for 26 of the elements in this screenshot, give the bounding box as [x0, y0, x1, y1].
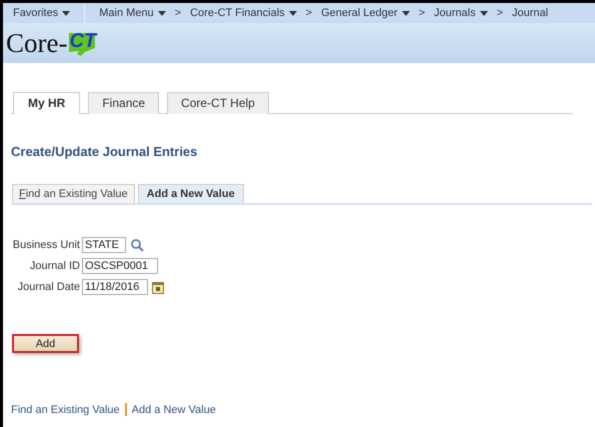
tab[interactable]: Core-CT Help: [167, 92, 269, 114]
calendar-icon[interactable]: [152, 280, 164, 294]
breadcrumb-separator: >: [496, 7, 504, 19]
breadcrumb-separator: >: [174, 7, 182, 19]
menu-item[interactable]: Main Menu: [91, 7, 174, 19]
page-title: Create/Update Journal Entries: [11, 144, 198, 159]
link[interactable]: Find an Existing Value: [11, 404, 120, 416]
breadcrumb-separator: >: [418, 7, 426, 19]
tab[interactable]: Finance: [88, 92, 160, 114]
menu-item[interactable]: Core-CT Financials: [182, 7, 305, 19]
breadcrumb-separator: >: [304, 7, 314, 19]
add-button[interactable]: Add: [12, 334, 79, 353]
tab[interactable]: Find an Existing Value: [12, 184, 135, 203]
link[interactable]: Add a New Value: [132, 404, 216, 416]
input-field[interactable]: STATE: [82, 237, 126, 253]
input-field[interactable]: OSCSP0001: [82, 258, 158, 274]
field-label: Journal Date: [16, 280, 81, 295]
menu-item[interactable]: Journal: [504, 7, 556, 19]
tab[interactable]: My HR: [13, 92, 80, 114]
field-label: Business Unit: [12, 238, 81, 253]
menu-item[interactable]: Journals: [426, 7, 496, 19]
search-icon[interactable]: [130, 238, 144, 252]
input-field[interactable]: 11/18/2016: [82, 279, 148, 295]
tab[interactable]: Add a New Value: [138, 184, 244, 203]
menu-item[interactable]: General Ledger: [313, 7, 418, 19]
field-label: Journal ID: [28, 259, 81, 274]
